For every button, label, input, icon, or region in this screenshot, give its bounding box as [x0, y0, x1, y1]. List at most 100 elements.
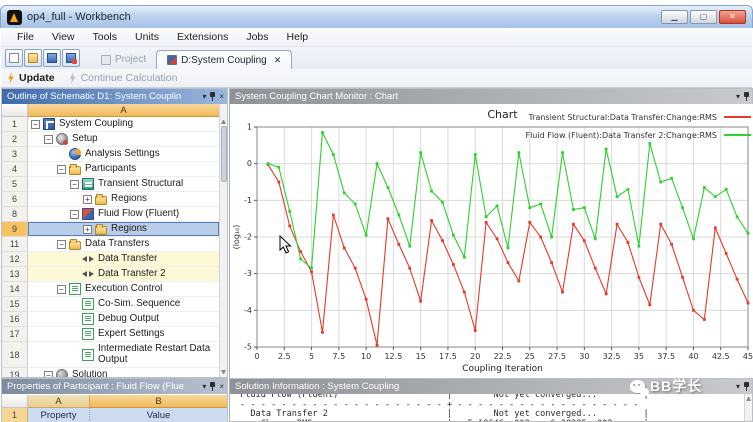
solution-scrollbar[interactable] — [744, 394, 752, 421]
row-number: 9 — [2, 222, 28, 237]
tree-row-analysis-settings[interactable]: 3Analysis Settings — [2, 147, 219, 162]
column-a-header[interactable]: A — [28, 104, 219, 117]
row-cell[interactable]: Analysis Settings — [28, 147, 219, 162]
scroll-up-icon[interactable] — [746, 396, 751, 401]
solution-menu-dropdown-icon[interactable]: ▾ — [736, 382, 740, 391]
title-bar[interactable]: op4_full - Workbench ▁ ▢ ✕ — [0, 5, 753, 28]
row-cell[interactable]: −Transient Structural — [28, 177, 219, 192]
outline-close-icon[interactable]: × — [219, 92, 224, 101]
properties-panel-header[interactable]: Properties of Participant : Fluid Flow (… — [2, 379, 227, 394]
expand-toggle-icon[interactable]: + — [83, 195, 92, 204]
tree-row-regions[interactable]: 9+Regions — [2, 222, 219, 237]
update-button[interactable]: Update — [7, 72, 55, 84]
tree-row-data-transfer[interactable]: 12Data Transfer — [2, 252, 219, 267]
menu-item-tools[interactable]: Tools — [85, 29, 126, 45]
svg-text:0: 0 — [247, 159, 252, 168]
row-number: 13 — [2, 267, 28, 282]
property-cell[interactable]: Property — [28, 408, 90, 422]
tab-close-icon[interactable]: ✕ — [274, 55, 282, 66]
menu-item-file[interactable]: File — [9, 29, 42, 45]
tree-row-data-transfers[interactable]: 11−Data Transfers — [2, 237, 219, 252]
tree-row-setup[interactable]: 2−Setup — [2, 132, 219, 147]
menu-item-units[interactable]: Units — [127, 29, 167, 45]
row-cell[interactable]: −Execution Control — [28, 282, 219, 297]
tree-row-execution-control[interactable]: 14−Execution Control — [2, 282, 219, 297]
properties-pin-icon[interactable] — [210, 382, 215, 391]
svg-text:37.5: 37.5 — [657, 352, 675, 361]
properties-column-b[interactable]: B — [90, 395, 227, 408]
tree-row-transient-structural[interactable]: 5−Transient Structural — [2, 177, 219, 192]
expand-toggle-icon[interactable]: + — [83, 225, 92, 234]
properties-menu-dropdown-icon[interactable]: ▾ — [202, 382, 206, 391]
row-cell[interactable]: Data Transfer — [28, 252, 219, 267]
tab-label: D:System Coupling — [181, 55, 267, 66]
collapse-toggle-icon[interactable]: − — [31, 120, 40, 129]
row-cell[interactable]: +Regions — [28, 192, 219, 207]
row-cell[interactable]: −System Coupling — [28, 117, 219, 132]
chart-panel-header[interactable]: System Coupling Chart Monitor : Chart — [230, 89, 752, 104]
outline-menu-dropdown-icon[interactable]: ▾ — [202, 92, 206, 101]
chart-pin-icon[interactable] — [744, 92, 749, 101]
outline-panel-header[interactable]: Outline of Schematic D1: System Couplin — [2, 89, 227, 104]
new-project-button[interactable] — [5, 49, 23, 67]
outline-pin-icon[interactable] — [210, 92, 215, 101]
solution-pin-icon[interactable] — [744, 382, 749, 391]
watermark-text: BB学长 — [650, 376, 702, 396]
properties-column-a[interactable]: A — [28, 395, 90, 408]
collapse-toggle-icon[interactable]: − — [70, 210, 79, 219]
row-cell[interactable]: Intermediate Restart Data Output — [28, 342, 219, 368]
row-cell[interactable]: −Data Transfers — [28, 237, 219, 252]
close-button[interactable]: ✕ — [719, 10, 746, 24]
row-cell[interactable]: Expert Settings — [28, 327, 219, 342]
row-cell[interactable]: −Fluid Flow (Fluent) — [28, 207, 219, 222]
properties-row: 1 Property Value — [2, 408, 227, 422]
continue-calculation-label: Continue Calculation — [81, 72, 178, 84]
open-project-button[interactable] — [24, 49, 42, 67]
tree-row-fluid-flow-fluent-[interactable]: 8−Fluid Flow (Fluent) — [2, 207, 219, 222]
tree-row-system-coupling[interactable]: 1−System Coupling — [2, 117, 219, 132]
svg-text:5: 5 — [309, 352, 314, 361]
tab-d-system-coupling[interactable]: D:System Coupling ✕ — [156, 50, 292, 69]
tree-row-intermediate-restart-data-output[interactable]: 18Intermediate Restart Data Output — [2, 342, 219, 368]
menu-item-extensions[interactable]: Extensions — [169, 29, 236, 45]
collapse-toggle-icon[interactable]: − — [44, 371, 53, 378]
save-project-button[interactable] — [43, 49, 61, 67]
row-cell[interactable]: Co-Sim. Sequence — [28, 297, 219, 312]
row-cell[interactable]: Data Transfer 2 — [28, 267, 219, 282]
outline-scrollbar[interactable] — [219, 117, 227, 377]
minimize-button[interactable]: ▁ — [661, 10, 688, 24]
tree-row-regions[interactable]: 6+Regions — [2, 192, 219, 207]
row-cell[interactable]: +Regions — [28, 222, 219, 237]
save-as-button[interactable] — [62, 49, 80, 67]
row-cell[interactable]: −Solution — [28, 368, 219, 377]
collapse-toggle-icon[interactable]: − — [57, 240, 66, 249]
tree-row-solution[interactable]: 19−Solution — [2, 368, 219, 377]
maximize-button[interactable]: ▢ — [690, 10, 717, 24]
menu-item-view[interactable]: View — [44, 29, 83, 45]
row-cell[interactable]: −Participants — [28, 162, 219, 177]
collapse-toggle-icon[interactable]: − — [44, 135, 53, 144]
menu-item-jobs[interactable]: Jobs — [238, 29, 276, 45]
scroll-down-icon[interactable] — [221, 370, 226, 375]
scroll-thumb[interactable] — [221, 126, 227, 182]
row-cell[interactable]: Debug Output — [28, 312, 219, 327]
tree-row-debug-output[interactable]: 16Debug Output — [2, 312, 219, 327]
continue-calculation-button[interactable]: Continue Calculation — [69, 72, 178, 84]
chart-menu-dropdown-icon[interactable]: ▾ — [736, 92, 740, 101]
collapse-toggle-icon[interactable]: − — [57, 165, 66, 174]
menu-item-help[interactable]: Help — [279, 29, 317, 45]
tree-row-data-transfer-2[interactable]: 13Data Transfer 2 — [2, 267, 219, 282]
row-cell[interactable]: −Setup — [28, 132, 219, 147]
tree-row-co-sim-sequence[interactable]: 15Co-Sim. Sequence — [2, 297, 219, 312]
fluid-flow-icon — [82, 208, 94, 220]
value-cell[interactable]: Value — [90, 408, 227, 422]
tree-row-participants[interactable]: 4−Participants — [2, 162, 219, 177]
scroll-up-icon[interactable] — [221, 119, 226, 124]
new-page-icon — [9, 53, 19, 63]
tree-row-expert-settings[interactable]: 17Expert Settings — [2, 327, 219, 342]
tab-icon — [101, 55, 111, 65]
collapse-toggle-icon[interactable]: − — [57, 285, 66, 294]
tab-project[interactable]: Project — [91, 50, 156, 69]
collapse-toggle-icon[interactable]: − — [70, 180, 79, 189]
properties-close-icon[interactable]: × — [219, 382, 224, 391]
